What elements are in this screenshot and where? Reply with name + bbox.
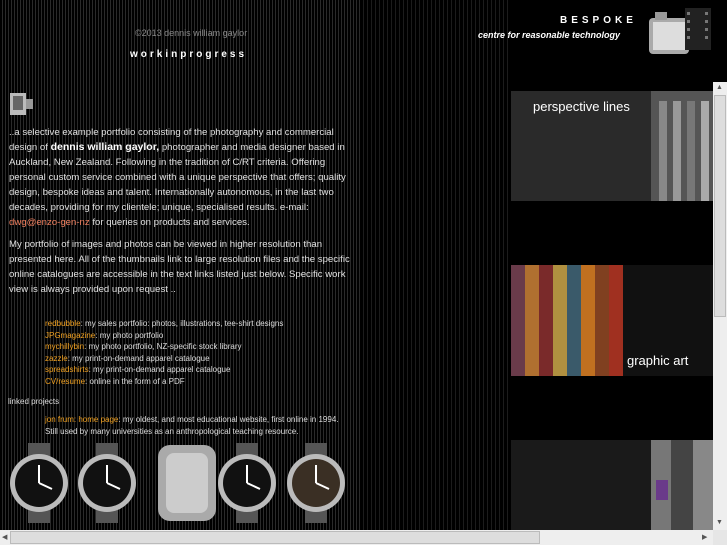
link-spreadshirts[interactable]: spreadshirts xyxy=(45,365,89,374)
panel-title-perspective: perspective lines xyxy=(533,99,630,114)
link-desc: : online in the form of a PDF xyxy=(85,376,185,386)
link-desc: : my sales portfolio: photos, illustrati… xyxy=(80,319,284,328)
list-item: JPGmagazine: my photo portfolio xyxy=(45,330,283,342)
camera-icon xyxy=(10,93,33,115)
scroll-up-icon[interactable]: ▲ xyxy=(716,84,723,91)
link-mychillybin[interactable]: mychillybin xyxy=(45,342,84,351)
panel-photos[interactable] xyxy=(511,440,713,530)
list-item: CV/resume: online in the form of a PDF xyxy=(45,376,283,388)
watches-image[interactable] xyxy=(8,443,353,523)
link-jpgmagazine[interactable]: JPGmagazine xyxy=(45,331,95,340)
portfolio-links-list: redbubble: my sales portfolio: photos, i… xyxy=(45,318,283,387)
horizontal-scroll-thumb[interactable] xyxy=(10,531,540,544)
watch-1 xyxy=(10,443,68,523)
list-item: spreadshirts: my print-on-demand apparel… xyxy=(45,364,283,376)
linked-project-item: jon frum: home page: my oldest, and most… xyxy=(45,414,345,437)
photos-thumbnail xyxy=(511,440,713,530)
site-subtitle: workinprogress xyxy=(130,49,248,60)
list-item: zazzle: my print-on-demand apparel catal… xyxy=(45,353,283,365)
watch-4 xyxy=(218,443,276,523)
intro-paragraph: ..a selective example portfolio consisti… xyxy=(9,125,354,230)
linked-projects-heading: linked projects xyxy=(8,397,60,406)
link-desc: : my print-on-demand apparel catalogue xyxy=(67,353,210,363)
vertical-scroll-thumb[interactable] xyxy=(714,95,726,317)
brand-tagline: centre for reasonable technology xyxy=(478,30,621,40)
email-link[interactable]: dwg@enzo-gen-nz xyxy=(9,217,90,228)
link-cv-resume[interactable]: CV/resume xyxy=(45,377,85,386)
scroll-down-icon[interactable]: ▼ xyxy=(716,519,723,526)
watch-3-back xyxy=(158,445,216,521)
list-item: mychillybin: my photo portfolio, NZ-spec… xyxy=(45,341,283,353)
link-zazzle[interactable]: zazzle xyxy=(45,354,68,363)
link-desc: : my photo portfolio, NZ-specific stock … xyxy=(84,342,242,351)
panel-title-graphic: graphic art xyxy=(627,353,689,368)
scroll-left-icon[interactable]: ◀ xyxy=(2,533,7,541)
intro-text-3: for queries on products and services. xyxy=(92,217,250,228)
brand-title: BESPOKE xyxy=(560,15,637,26)
striped-background-2 xyxy=(360,0,510,530)
author-name: dennis william gaylor, xyxy=(50,141,160,153)
portfolio-paragraph: My portfolio of images and photos can be… xyxy=(9,239,350,295)
list-item: redbubble: my sales portfolio: photos, i… xyxy=(45,318,283,330)
watch-5 xyxy=(287,443,345,523)
copyright-text: ©2013 dennis william gaylor xyxy=(135,28,248,38)
link-redbubble[interactable]: redbubble xyxy=(45,319,81,328)
link-desc: : my print-on-demand apparel catalogue xyxy=(88,365,231,374)
film-canister-icon xyxy=(649,8,711,54)
link-jon-frum[interactable]: jon frum: home page xyxy=(45,415,118,424)
link-desc: : my photo portfolio xyxy=(95,330,164,340)
watch-2 xyxy=(78,443,136,523)
panel-graphic-art[interactable]: graphic art xyxy=(511,265,713,376)
scrollbar-corner xyxy=(713,530,727,545)
panel-perspective-lines[interactable]: perspective lines xyxy=(511,91,713,201)
scroll-right-icon[interactable]: ▶ xyxy=(702,533,707,541)
